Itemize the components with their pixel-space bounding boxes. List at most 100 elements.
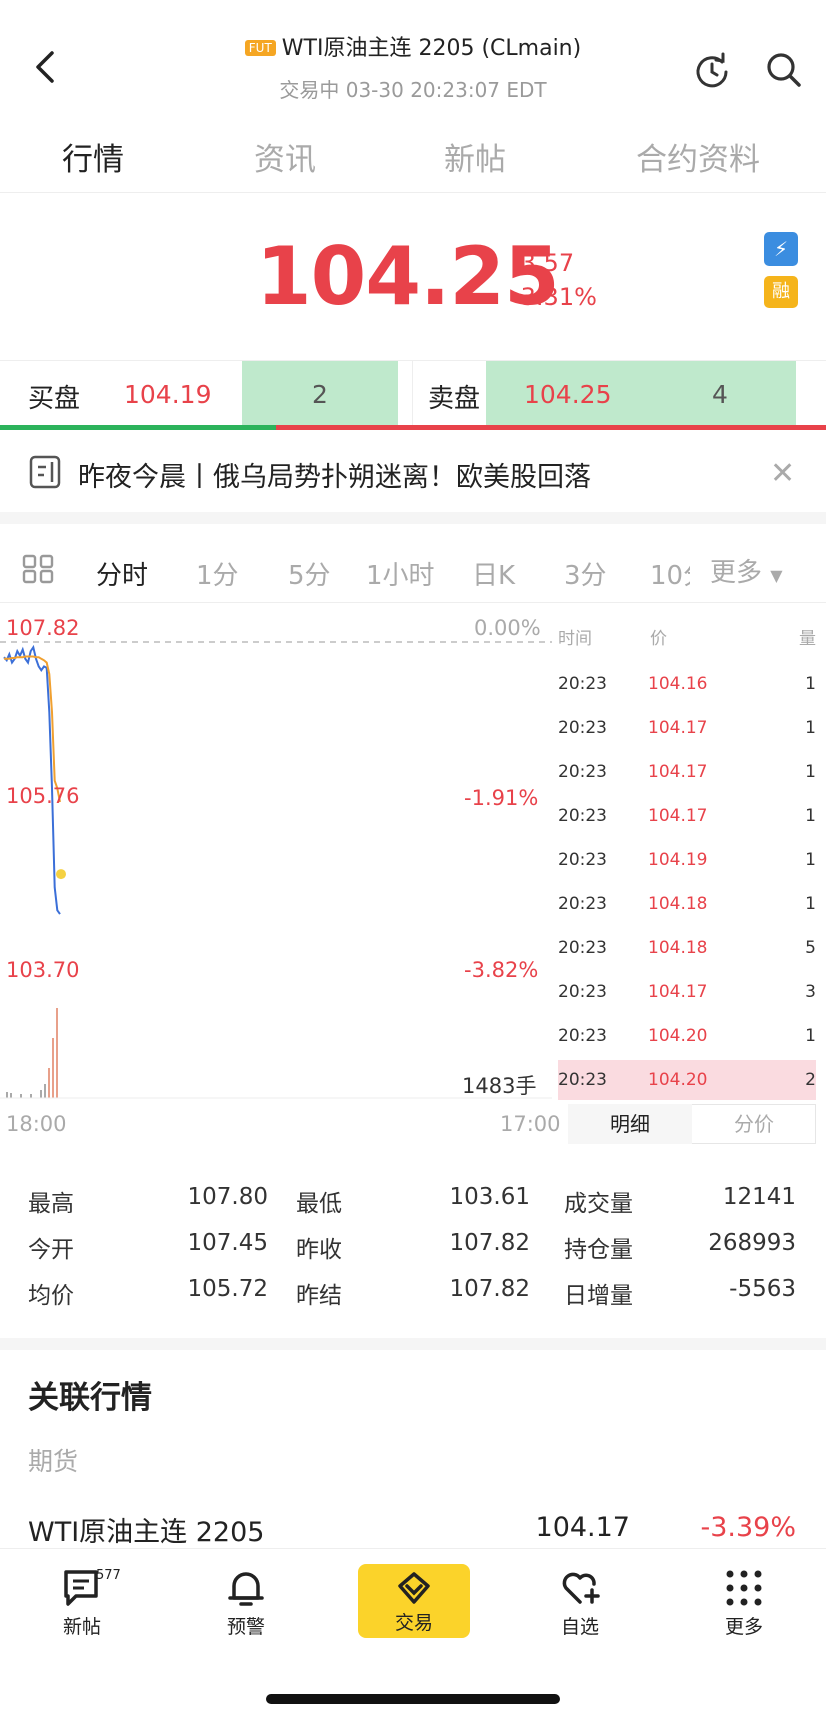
stat-value: 107.82: [449, 1230, 530, 1256]
tick-price: 104.19: [648, 850, 708, 870]
tick-price: 104.16: [648, 674, 708, 694]
posts-count-badge: 577: [96, 1568, 121, 1583]
tick-price: 104.17: [648, 982, 708, 1002]
tick-price: 104.17: [648, 806, 708, 826]
close-icon[interactable]: ✕: [770, 456, 795, 491]
tick-volume: 1: [805, 718, 816, 738]
stat-value: 107.45: [187, 1230, 268, 1256]
dots-grid-icon: [726, 1570, 762, 1606]
tick-price: 104.18: [648, 894, 708, 914]
ask-price: 104.25: [524, 380, 612, 409]
axis-prev-close: 107.82: [6, 616, 80, 640]
tick-volume: 2: [805, 1070, 816, 1090]
col-price: 价: [650, 629, 667, 649]
change-value: -3.57: [512, 249, 575, 277]
nav-alert[interactable]: 预警: [196, 1566, 296, 1639]
more-periods-dropdown[interactable]: 更多 ▼: [710, 552, 783, 589]
tick-volume: 1: [805, 850, 816, 870]
tab-posts[interactable]: 新帖: [444, 134, 506, 179]
tick-price: 104.20: [648, 1026, 708, 1046]
tab-quote[interactable]: 行情: [62, 134, 124, 179]
tab-contract-info[interactable]: 合约资料: [636, 134, 760, 179]
related-price[interactable]: 104.17: [520, 1512, 630, 1543]
tick-price: 104.17: [648, 762, 708, 782]
ask-label: 卖盘: [428, 384, 481, 414]
tick-row: 20:23 104.17 1: [558, 796, 816, 836]
price-line: [3, 644, 61, 915]
volume-label: 1483手: [462, 1074, 537, 1098]
axis-low-pct: -3.82%: [464, 958, 539, 982]
tick-price: 104.18: [648, 938, 708, 958]
related-change[interactable]: -3.39%: [660, 1512, 796, 1543]
nav-watchlist[interactable]: 自选: [530, 1566, 630, 1639]
tab-price-distribution[interactable]: 分价: [692, 1104, 816, 1144]
tick-row: 20:23 104.19 1: [558, 840, 816, 880]
nav-alert-label: 预警: [226, 1616, 265, 1638]
period-3min[interactable]: 3分: [564, 555, 607, 592]
period-timeshare[interactable]: 分时: [96, 555, 148, 592]
stat-label: 持仓量: [564, 1237, 633, 1263]
bid-price: 104.19: [124, 380, 212, 409]
tab-detail[interactable]: 明细: [568, 1104, 692, 1144]
nav-trade[interactable]: 交易: [358, 1564, 470, 1638]
bell-icon: [228, 1572, 264, 1606]
tick-time: 20:23: [558, 1026, 607, 1046]
tick-row: 20:23 104.18 1: [558, 884, 816, 924]
axis-mid: 105.76: [6, 784, 80, 808]
tick-time: 20:23: [558, 806, 607, 826]
divider: [0, 602, 826, 603]
period-1hour[interactable]: 1小时: [366, 555, 435, 592]
period-day[interactable]: 日K: [472, 555, 515, 592]
tick-row: 20:23 104.17 1: [558, 752, 816, 792]
volume-bar: [10, 1093, 12, 1098]
refresh-icon[interactable]: [692, 50, 732, 90]
period-5min[interactable]: 5分: [288, 555, 331, 592]
nav-more[interactable]: 更多: [694, 1566, 794, 1639]
axis-mid-pct: -1.91%: [464, 786, 539, 810]
stat-label: 最低: [296, 1191, 342, 1217]
tick-row: 20:23 104.20 2: [558, 1060, 816, 1100]
lightning-icon[interactable]: ⚡: [764, 232, 798, 266]
stat-value: 105.72: [187, 1276, 268, 1302]
period-10min[interactable]: 10分: [650, 555, 690, 592]
tick-row: 20:23 104.16 1: [558, 664, 816, 704]
stat-label: 昨结: [296, 1283, 342, 1309]
volume-bar: [48, 1068, 50, 1098]
stat-label: 今开: [28, 1237, 74, 1263]
related-name[interactable]: WTI原油主连 2205: [28, 1510, 264, 1549]
stat-value: -5563: [729, 1276, 796, 1302]
heart-plus-icon: [562, 1572, 600, 1604]
stat-value: 12141: [722, 1184, 796, 1210]
stat-label: 昨收: [296, 1237, 342, 1263]
more-label: 更多: [710, 558, 763, 588]
tick-time: 20:23: [558, 1070, 607, 1090]
divider: [0, 192, 826, 193]
tick-volume: 1: [805, 762, 816, 782]
tick-row: 20:23 104.18 5: [558, 928, 816, 968]
stat-value: 268993: [708, 1230, 796, 1256]
tick-volume: 3: [805, 982, 816, 1002]
stat-label: 最高: [28, 1191, 74, 1217]
intraday-chart[interactable]: [0, 604, 560, 1124]
chevron-down-icon: ▼: [770, 566, 783, 585]
period-1min[interactable]: 1分: [196, 555, 239, 592]
volume-bar: [30, 1094, 32, 1098]
trade-icon: [398, 1572, 430, 1604]
margin-badge[interactable]: 融: [764, 276, 798, 308]
home-indicator: [266, 1694, 560, 1704]
time-end: 17:00: [500, 1112, 561, 1136]
tick-price: 104.17: [648, 718, 708, 738]
tab-news[interactable]: 资讯: [254, 134, 316, 179]
stat-label: 成交量: [564, 1191, 633, 1217]
news-headline[interactable]: 昨夜今晨丨俄乌局势扑朔迷离！欧美股回落: [78, 455, 591, 494]
volume-bar: [56, 1008, 58, 1098]
change-percent: -3.31%: [512, 283, 597, 311]
grid-icon[interactable]: [22, 554, 54, 584]
volume-bar: [40, 1090, 42, 1098]
ask-volume: 4: [712, 380, 728, 409]
instrument-name: WTI原油主连 2205 (CLmain): [281, 36, 582, 61]
time-start: 18:00: [6, 1112, 67, 1136]
search-icon[interactable]: [764, 50, 804, 90]
axis-low: 103.70: [6, 958, 80, 982]
section-separator: [0, 512, 826, 524]
